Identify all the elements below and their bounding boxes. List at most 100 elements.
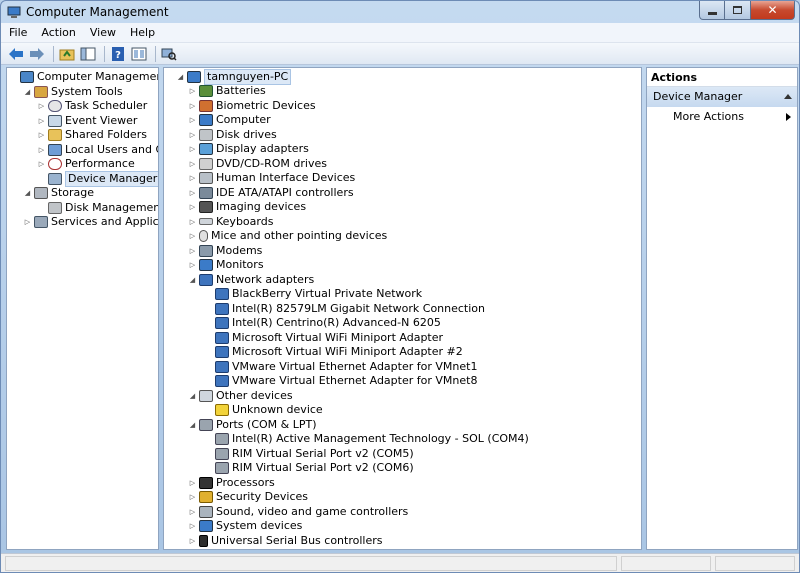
device-biometric-devices[interactable]: ▷ Biometric Devices xyxy=(188,99,316,113)
console-tree-item-system-tools[interactable]: ◢ System Tools xyxy=(23,85,123,99)
device-human-interface-devices[interactable]: ▷ Human Interface Devices xyxy=(188,171,355,185)
console-tree-item-local-users-and-groups[interactable]: ▷ Local Users and Groups xyxy=(37,143,158,157)
device-ide-ata-atapi-controllers[interactable]: ▷ IDE ATA/ATAPI controllers xyxy=(188,186,354,200)
menu-file[interactable]: File xyxy=(3,26,33,39)
device-monitors[interactable]: ▷ Monitors xyxy=(188,258,264,272)
device-tree-pane[interactable]: ◢ tamnguyen-PC ▷ Batteries ▷ Biometric Device… xyxy=(163,67,642,550)
expand-arrow-icon[interactable]: ▷ xyxy=(188,145,197,154)
collapse-arrow-icon[interactable]: ◢ xyxy=(188,275,197,284)
console-tree-item-disk-management[interactable]: Disk Management xyxy=(37,201,158,215)
device-universal-serial-bus-controllers[interactable]: ▷ Universal Serial Bus controllers xyxy=(188,534,382,548)
close-button[interactable]: ✕ xyxy=(751,1,795,20)
device-intel-r-82579lm-gigabit-network-connection[interactable]: Intel(R) 82579LM Gigabit Network Connect… xyxy=(204,302,485,316)
device-keyboards[interactable]: ▷ Keyboards xyxy=(188,215,274,229)
console-tree-pane[interactable]: Computer Management (Local◢System Tools▷… xyxy=(6,67,159,550)
device-security-devices[interactable]: ▷ Security Devices xyxy=(188,490,308,504)
device-batteries[interactable]: ▷ Batteries xyxy=(188,84,266,98)
device-dvd-cd-rom-drives[interactable]: ▷ DVD/CD-ROM drives xyxy=(188,157,327,171)
computer-management-app-icon xyxy=(7,5,21,19)
console-tree-item-services-and-applications[interactable]: ▷ Services and Applications xyxy=(23,215,158,229)
title-bar[interactable]: Computer Management ✕ xyxy=(1,1,799,23)
expand-arrow-icon[interactable]: ▷ xyxy=(188,101,197,110)
device-vmware-virtual-ethernet-adapter-for-vmnet1[interactable]: VMware Virtual Ethernet Adapter for VMne… xyxy=(204,360,477,374)
menu-view[interactable]: View xyxy=(84,26,122,39)
expand-arrow-icon[interactable]: ▷ xyxy=(188,217,197,226)
expand-arrow-icon[interactable]: ▷ xyxy=(188,174,197,183)
device-disk-drives[interactable]: ▷ Disk drives xyxy=(188,128,277,142)
toolbar-separator xyxy=(155,45,156,62)
collapse-arrow-icon[interactable]: ◢ xyxy=(176,73,185,82)
device-mice-and-other-pointing-devices[interactable]: ▷ Mice and other pointing devices xyxy=(188,229,387,243)
tree-item-label: Biometric Devices xyxy=(216,98,316,112)
expand-arrow-icon[interactable]: ▷ xyxy=(37,116,46,125)
device-vmware-virtual-ethernet-adapter-for-vmnet8[interactable]: VMware Virtual Ethernet Adapter for VMne… xyxy=(204,374,477,388)
console-tree-item-performance[interactable]: ▷ Performance xyxy=(37,157,135,171)
device-system-devices[interactable]: ▷ System devices xyxy=(188,519,302,533)
collapse-arrow-icon[interactable]: ◢ xyxy=(188,420,197,429)
console-tree-item-shared-folders[interactable]: ▷ Shared Folders xyxy=(37,128,147,142)
expand-arrow-icon[interactable]: ▷ xyxy=(188,232,197,241)
expand-arrow-icon[interactable]: ▷ xyxy=(188,203,197,212)
collapse-arrow-icon[interactable]: ◢ xyxy=(23,87,32,96)
more-actions-item[interactable]: More Actions xyxy=(647,107,797,127)
actions-section-device-manager[interactable]: Device Manager xyxy=(647,87,797,107)
console-tree-item-event-viewer[interactable]: ▷ Event Viewer xyxy=(37,114,137,128)
expand-arrow-icon[interactable]: ▷ xyxy=(188,87,197,96)
device-imaging-devices[interactable]: ▷ Imaging devices xyxy=(188,200,306,214)
back-button[interactable] xyxy=(7,45,25,63)
device-display-adapters[interactable]: ▷ Display adapters xyxy=(188,142,309,156)
console-tree-item-task-scheduler[interactable]: ▷ Task Scheduler xyxy=(37,99,147,113)
expand-arrow-icon[interactable]: ▷ xyxy=(37,131,46,140)
console-tree-item-device-manager[interactable]: Device Manager xyxy=(37,170,158,187)
minimize-button[interactable] xyxy=(699,1,725,20)
expand-arrow-icon[interactable]: ▷ xyxy=(37,160,46,169)
expand-arrow-icon[interactable]: ▷ xyxy=(37,145,46,154)
expand-arrow-icon[interactable]: ▷ xyxy=(188,261,197,270)
collapse-arrow-icon[interactable]: ◢ xyxy=(23,189,32,198)
expand-arrow-icon[interactable]: ▷ xyxy=(188,188,197,197)
device-microsoft-virtual-wifi-miniport-adapter-2[interactable]: Microsoft Virtual WiFi Miniport Adapter … xyxy=(204,345,463,359)
up-one-level-button[interactable] xyxy=(58,45,76,63)
expand-arrow-icon[interactable]: ▷ xyxy=(188,478,197,487)
minimize-icon xyxy=(707,11,717,15)
expand-arrow-icon[interactable]: ▷ xyxy=(188,522,197,531)
device-intel-r-centrino-r-advanced-n-6205[interactable]: Intel(R) Centrino(R) Advanced-N 6205 xyxy=(204,316,441,330)
console-tree-item-storage[interactable]: ◢ Storage xyxy=(23,186,94,200)
console-tree-item-computer-management-local[interactable]: Computer Management (Local xyxy=(9,70,158,84)
device-intel-r-active-management-technology-sol-com4[interactable]: Intel(R) Active Management Technology - … xyxy=(204,432,529,446)
device-tree-root[interactable]: ◢ tamnguyen-PC xyxy=(176,69,292,85)
expand-arrow-icon[interactable]: ▷ xyxy=(188,130,197,139)
expand-arrow-icon[interactable]: ▷ xyxy=(37,102,46,111)
expand-arrow-icon[interactable]: ▷ xyxy=(188,536,197,545)
help-button[interactable]: ? xyxy=(109,45,127,63)
collapse-arrow-icon[interactable]: ◢ xyxy=(188,391,197,400)
device-blackberry-virtual-private-network[interactable]: BlackBerry Virtual Private Network xyxy=(204,287,422,301)
forward-button[interactable] xyxy=(28,45,46,63)
expand-arrow-icon[interactable]: ▷ xyxy=(188,159,197,168)
expand-arrow-icon[interactable]: ▷ xyxy=(188,507,197,516)
device-rim-virtual-serial-port-v2-com5[interactable]: RIM Virtual Serial Port v2 (COM5) xyxy=(204,447,414,461)
expand-arrow-icon[interactable]: ▷ xyxy=(188,493,197,502)
device-processors[interactable]: ▷ Processors xyxy=(188,476,275,490)
device-other-devices[interactable]: ◢ Other devices xyxy=(188,389,293,403)
device-network-adapters[interactable]: ◢ Network adapters xyxy=(188,273,314,287)
menu-action[interactable]: Action xyxy=(35,26,81,39)
scan-hardware-changes-button[interactable] xyxy=(160,45,178,63)
expand-arrow-icon[interactable]: ▷ xyxy=(188,246,197,255)
device-computer[interactable]: ▷ Computer xyxy=(188,113,271,127)
expand-arrow-icon[interactable]: ▷ xyxy=(188,116,197,125)
maximize-button[interactable] xyxy=(725,1,751,20)
device-microsoft-virtual-wifi-miniport-adapter[interactable]: Microsoft Virtual WiFi Miniport Adapter xyxy=(204,331,443,345)
device-unknown-device[interactable]: Unknown device xyxy=(204,403,323,417)
device-ports-com-lpt[interactable]: ◢ Ports (COM & LPT) xyxy=(188,418,317,432)
port-icon xyxy=(215,433,229,445)
menu-help[interactable]: Help xyxy=(124,26,161,39)
tree-item-label: Intel(R) Active Management Technology - … xyxy=(232,432,529,445)
network-icon xyxy=(215,375,229,387)
device-rim-virtual-serial-port-v2-com6[interactable]: RIM Virtual Serial Port v2 (COM6) xyxy=(204,461,414,475)
device-modems[interactable]: ▷ Modems xyxy=(188,244,262,258)
show-hide-console-tree-button[interactable] xyxy=(79,45,97,63)
device-sound-video-and-game-controllers[interactable]: ▷ Sound, video and game controllers xyxy=(188,505,408,519)
properties-button[interactable] xyxy=(130,45,148,63)
expand-arrow-icon[interactable]: ▷ xyxy=(23,218,32,227)
